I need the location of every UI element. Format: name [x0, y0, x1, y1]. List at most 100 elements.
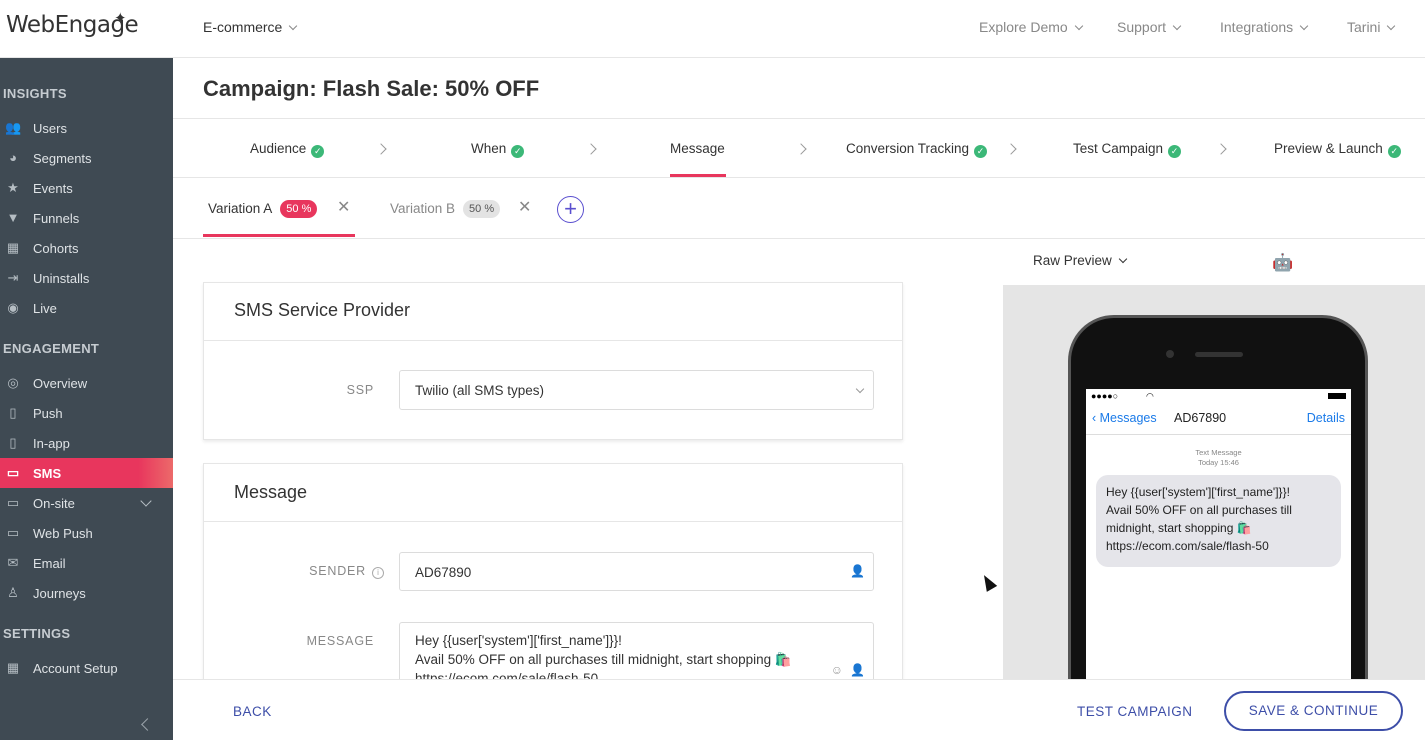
workspace-selector[interactable]: E-commerce	[203, 19, 298, 35]
logo-mark-icon: ✦	[114, 9, 127, 27]
chevron-down-icon	[1387, 21, 1396, 31]
check-icon: ✓	[1168, 145, 1182, 158]
tab-variation-a[interactable]: Variation A 50 %	[208, 200, 318, 218]
campaign-steps: Audience ✓ When ✓ Message Conversion Track…	[173, 118, 1425, 178]
grid-icon: ▦	[6, 240, 20, 255]
chevron-down-icon	[1074, 21, 1083, 31]
chevron-right-icon	[795, 143, 807, 155]
personalize-icon[interactable]: 👤	[850, 564, 865, 578]
chevron-down-icon	[289, 21, 298, 31]
phone-camera	[1166, 350, 1174, 358]
messages-back-link[interactable]: ‹ Messages	[1092, 411, 1157, 425]
chevron-right-icon	[1005, 143, 1017, 155]
user-menu[interactable]: Tarini	[1347, 19, 1396, 35]
divider	[204, 340, 902, 341]
emoji-icon[interactable]: ☺	[831, 663, 843, 677]
ssp-card-title: SMS Service Provider	[234, 300, 411, 320]
chevron-right-icon	[1215, 143, 1227, 155]
step-conversion-tracking[interactable]: Conversion Tracking ✓	[846, 141, 988, 158]
message-meta: Text Message Today 15:46	[1195, 448, 1242, 467]
check-icon: ✓	[311, 145, 325, 158]
raw-preview-dropdown[interactable]: Raw Preview	[1033, 253, 1128, 268]
sidebar-section-insights: INSIGHTS	[3, 86, 67, 101]
test-campaign-button[interactable]: TEST CAMPAIGN	[1077, 704, 1193, 719]
phone-status-bar: ●●●●○ ◠	[1086, 391, 1351, 405]
step-audience[interactable]: Audience ✓	[250, 141, 325, 158]
message-card-title: Message	[234, 482, 308, 502]
android-icon[interactable]: 🤖	[1272, 253, 1293, 273]
personalize-icon[interactable]: 👤	[850, 663, 865, 677]
chevron-down-icon[interactable]	[140, 495, 152, 507]
webengage-logo[interactable]: WebEngage ✦	[6, 9, 139, 38]
ssp-card: SMS Service Provider SSP Twilio (all SMS…	[203, 282, 903, 440]
explore-demo-menu[interactable]: Explore Demo	[979, 19, 1083, 35]
phone-screen: ●●●●○ ◠ ‹ Messages AD67890 Details Text …	[1086, 389, 1351, 689]
phone-icon: ▯	[9, 435, 17, 450]
step-when[interactable]: When ✓	[471, 141, 525, 158]
eye-icon: ◎	[7, 375, 19, 390]
grid-icon: ▦	[6, 660, 20, 675]
sender-label: SENDER i	[284, 564, 384, 579]
sidebar-item-events[interactable]: ★ Events	[0, 173, 173, 203]
sidebar-item-push[interactable]: ▯ Push	[0, 398, 173, 428]
star-icon: ★	[7, 180, 19, 195]
users-icon: 👥	[5, 120, 22, 135]
ssp-select[interactable]: Twilio (all SMS types)	[399, 370, 874, 410]
support-menu[interactable]: Support	[1117, 19, 1182, 35]
pie-icon: ◕	[9, 150, 17, 165]
sidebar-item-cohorts[interactable]: ▦ Cohorts	[0, 233, 173, 263]
save-continue-button[interactable]: SAVE & CONTINUE	[1224, 691, 1403, 731]
back-button[interactable]: BACK	[233, 704, 272, 719]
sidebar-item-journeys[interactable]: ♙ Journeys	[0, 578, 173, 608]
check-icon: ✓	[511, 145, 525, 158]
step-test-campaign[interactable]: Test Campaign ✓	[1073, 141, 1182, 158]
step-message[interactable]: Message	[670, 141, 725, 156]
active-tab-indicator	[203, 234, 355, 237]
chevron-down-icon	[1118, 254, 1128, 264]
battery-icon	[1328, 393, 1346, 399]
collapse-sidebar-icon[interactable]	[141, 718, 154, 731]
step-preview-launch[interactable]: Preview & Launch ✓	[1274, 141, 1401, 158]
sidebar-item-web-push[interactable]: ▭ Web Push	[0, 518, 173, 548]
ssp-label: SSP	[346, 383, 374, 397]
details-link[interactable]: Details	[1307, 411, 1345, 425]
sms-nav-bar: ‹ Messages AD67890 Details	[1086, 405, 1351, 435]
tab-variation-b[interactable]: Variation B 50 %	[390, 200, 501, 218]
message-label: MESSAGE	[306, 634, 374, 648]
sidebar-item-uninstalls[interactable]: ⇥ Uninstalls	[0, 263, 173, 293]
divider	[204, 521, 902, 522]
mouse-cursor	[978, 572, 998, 592]
variation-a-percent-badge: 50 %	[280, 200, 318, 218]
sms-contact-title: AD67890	[1174, 411, 1227, 425]
sidebar-section-settings: SETTINGS	[3, 626, 71, 641]
sidebar-item-users[interactable]: 👥 Users	[0, 113, 173, 143]
broadcast-icon: ◉	[7, 300, 19, 315]
remove-variation-a-icon[interactable]: ✕	[337, 197, 350, 217]
page-title: Campaign: Flash Sale: 50% OFF	[203, 76, 540, 101]
sidebar-section-engagement: ENGAGEMENT	[3, 341, 100, 356]
sms-bubble: Hey {{user['system']['first_name']}}! Av…	[1096, 475, 1341, 567]
rocket-icon: ♙	[7, 585, 19, 600]
footer-bar: BACK TEST CAMPAIGN SAVE & CONTINUE	[173, 679, 1425, 740]
sidebar-item-email[interactable]: ✉ Email	[0, 548, 173, 578]
sender-field[interactable]: AD67890 👤	[399, 552, 874, 591]
integrations-menu[interactable]: Integrations	[1220, 19, 1309, 35]
sidebar-item-sms[interactable]: ▭ SMS	[0, 458, 173, 488]
sidebar-item-account-setup[interactable]: ▦ Account Setup	[0, 653, 173, 683]
phone-icon: ▯	[9, 405, 17, 420]
funnel-icon: ▼	[6, 210, 20, 225]
sidebar-item-segments[interactable]: ◕ Segments	[0, 143, 173, 173]
chevron-right-icon	[585, 143, 597, 155]
sidebar: INSIGHTS 👥 Users ◕ Segments ★ Events ▼ Funne…	[0, 58, 173, 740]
sidebar-item-live[interactable]: ◉ Live	[0, 293, 173, 323]
sidebar-item-funnels[interactable]: ▼ Funnels	[0, 203, 173, 233]
sidebar-item-on-site[interactable]: ▭ On-site	[0, 488, 173, 518]
sidebar-item-in-app[interactable]: ▯ In-app	[0, 428, 173, 458]
signal-icon: ●●●●○	[1091, 391, 1119, 401]
remove-variation-b-icon[interactable]: ✕	[518, 197, 531, 217]
info-icon[interactable]: i	[372, 567, 384, 579]
add-variation-button[interactable]: +	[557, 196, 584, 223]
chevron-right-icon	[375, 143, 387, 155]
phone-speaker	[1195, 352, 1243, 357]
sidebar-item-overview[interactable]: ◎ Overview	[0, 368, 173, 398]
